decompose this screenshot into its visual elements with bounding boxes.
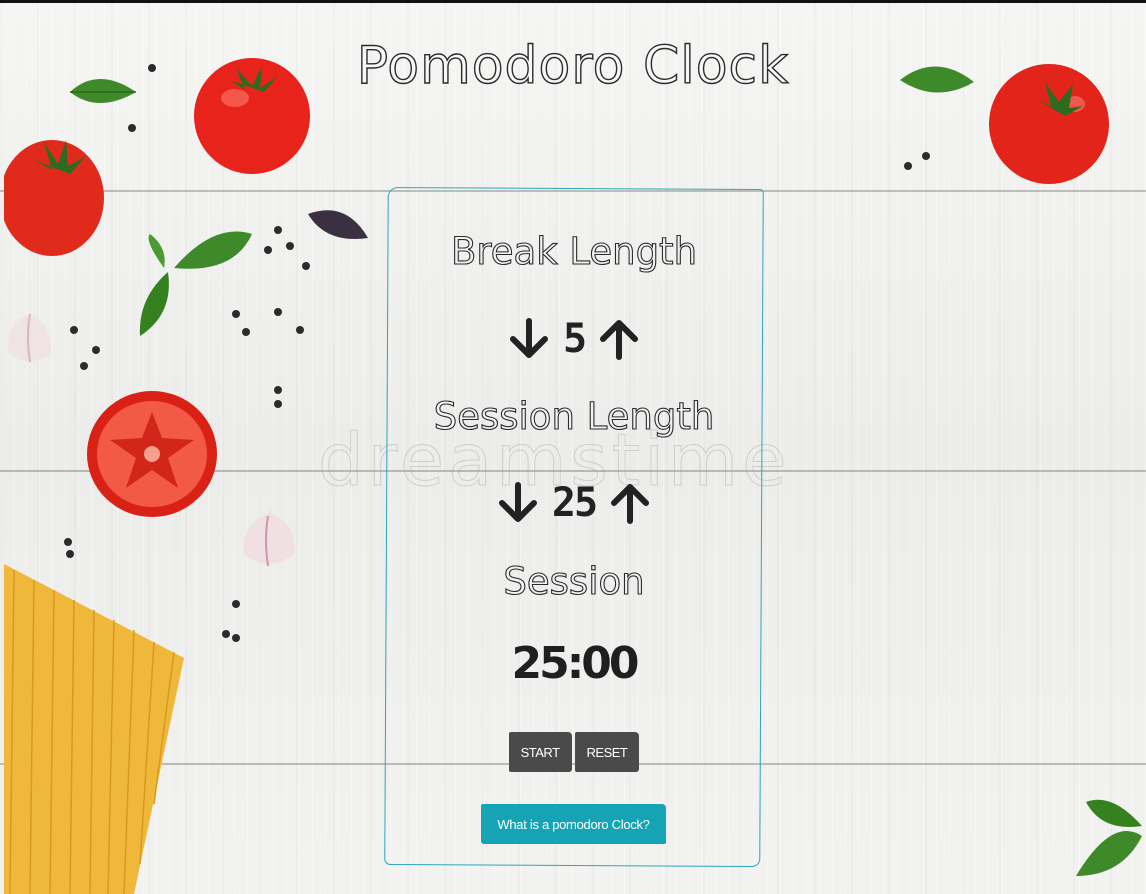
break-length-value: 5	[562, 316, 587, 362]
break-length-control: 5	[386, 316, 762, 362]
session-decrement-button[interactable]	[496, 481, 540, 525]
top-border	[0, 0, 1146, 3]
session-length-label: Session Length	[433, 394, 715, 438]
break-decrement-button[interactable]	[507, 317, 551, 361]
timer-display: 25:00	[511, 638, 639, 689]
peppercorns-icon	[64, 64, 310, 642]
timer-mode-label: Session	[503, 559, 645, 603]
break-length-label: Break Length	[450, 229, 698, 273]
timer-controls: START RESET	[386, 732, 762, 772]
info-button[interactable]: What is a pomodoro Clock?	[481, 804, 666, 844]
arrow-down-icon	[509, 318, 548, 358]
arrow-down-icon	[498, 482, 537, 522]
peppercorns-icon	[904, 152, 930, 170]
reset-button[interactable]: RESET	[574, 732, 640, 772]
start-button[interactable]: START	[508, 732, 572, 772]
session-length-control: 25	[386, 480, 762, 526]
basil-leaf-icon	[1076, 799, 1142, 876]
page-title: Pomodoro Clock	[356, 35, 790, 96]
arrow-up-icon	[600, 320, 639, 360]
arrow-up-icon	[611, 484, 650, 524]
garlic-icon	[7, 313, 51, 363]
session-length-value: 25	[551, 480, 598, 526]
break-increment-button[interactable]	[597, 317, 641, 361]
session-increment-button[interactable]	[608, 481, 652, 525]
